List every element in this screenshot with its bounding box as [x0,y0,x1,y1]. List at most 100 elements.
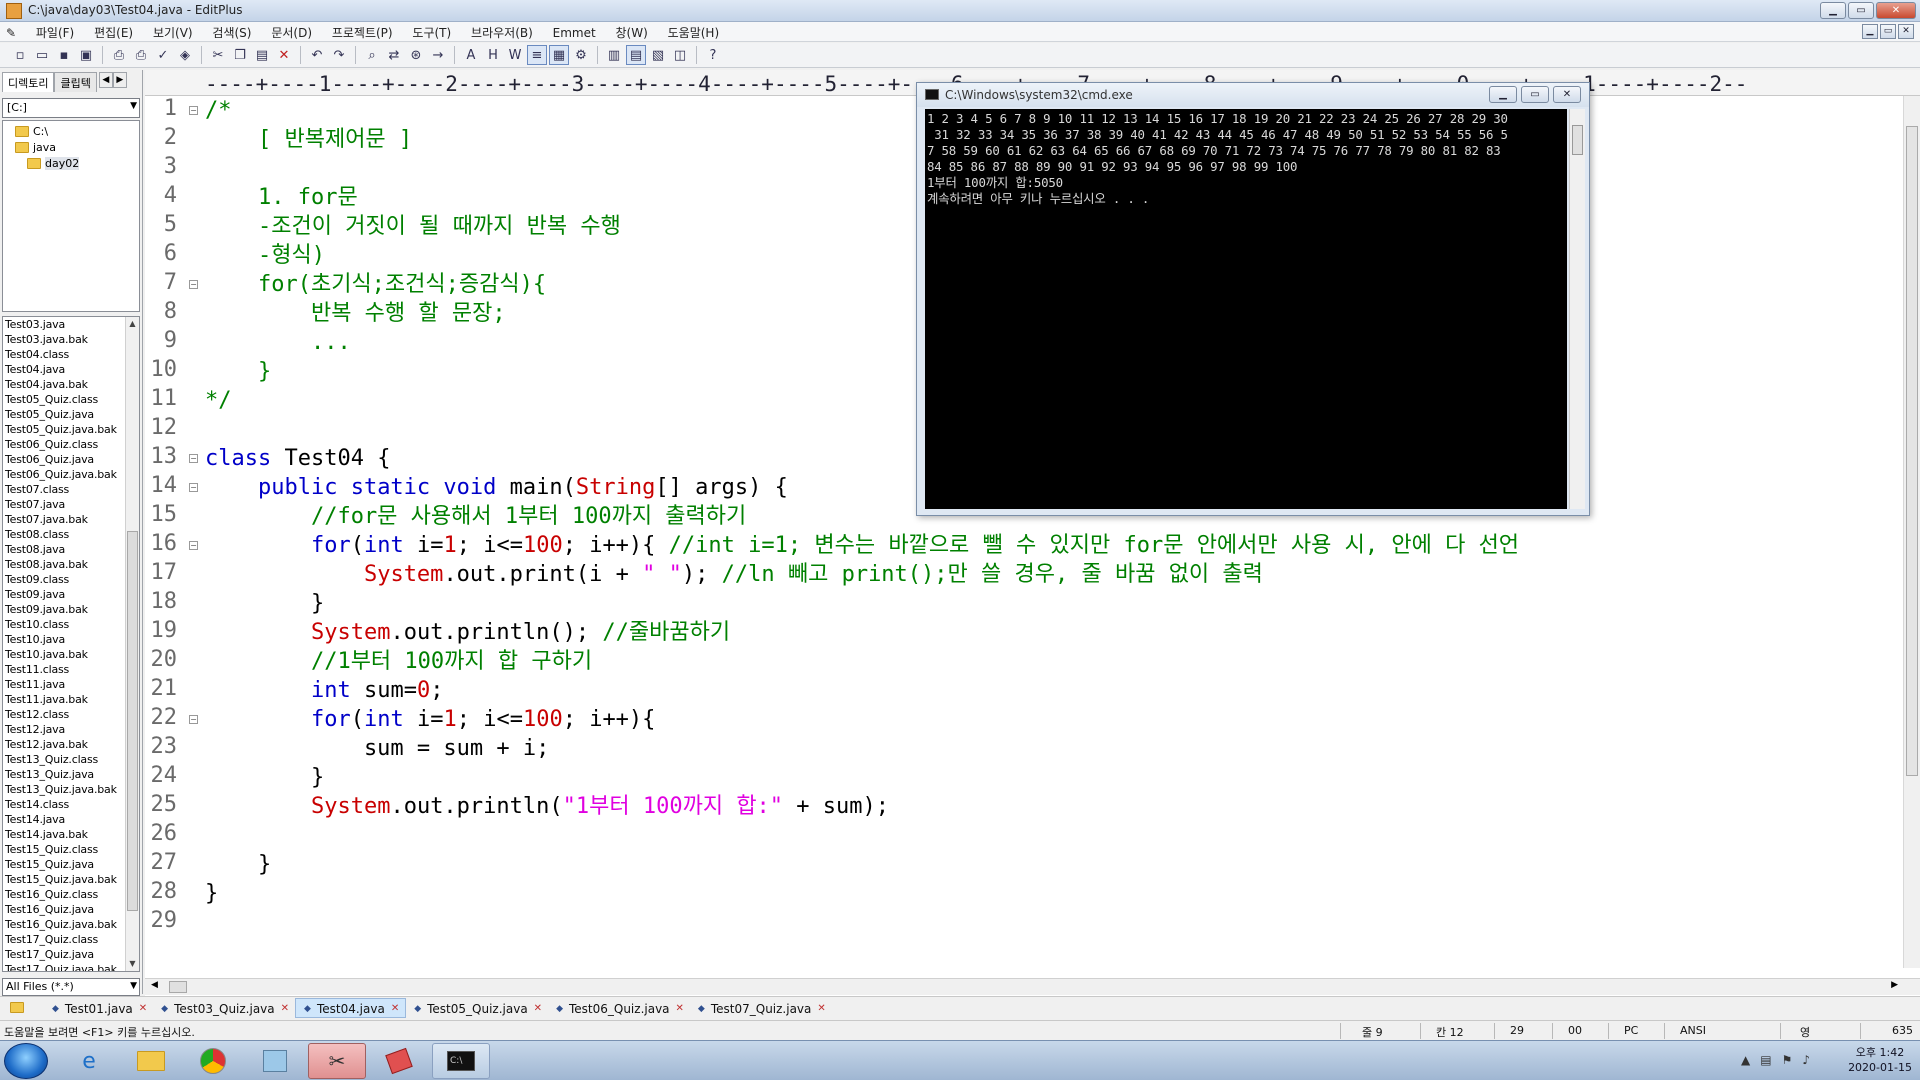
dir-item-java[interactable]: java [15,141,56,154]
doc-tab-test05-quiz[interactable]: ◆ Test05_Quiz.java ✕ [406,998,548,1018]
fold-toggle-icon[interactable]: − [189,541,198,550]
file-list-item[interactable]: Test04.class [3,347,139,362]
ruler-icon[interactable]: ▦ [549,45,569,65]
file-list-item[interactable]: Test13_Quiz.class [3,752,139,767]
file-list-item[interactable]: Test14.java.bak [3,827,139,842]
tray-expand-icon[interactable]: ▲ [1741,1053,1750,1067]
word-wrap-icon[interactable]: W [505,45,525,65]
file-list-item[interactable]: Test09.class [3,572,139,587]
tab-directory[interactable]: 디렉토리 [2,72,55,92]
file-list-item[interactable]: Test13_Quiz.java [3,767,139,782]
close-icon[interactable]: ✕ [139,1003,147,1014]
doc-tab-test01[interactable]: ◆ Test01.java ✕ [44,998,153,1018]
file-list-item[interactable]: Test05_Quiz.java.bak [3,422,139,437]
notepad-icon[interactable] [246,1043,304,1079]
help-icon[interactable]: ? [703,45,723,65]
hex-icon[interactable]: H [483,45,503,65]
paste-icon[interactable]: ▤ [252,45,272,65]
file-list-item[interactable]: Test11.java.bak [3,692,139,707]
goto-icon[interactable]: → [428,45,448,65]
file-list-item[interactable]: Test07.java [3,497,139,512]
file-list-item[interactable]: Test17_Quiz.java [3,947,139,962]
file-list-item[interactable]: Test14.class [3,797,139,812]
menu-browser[interactable]: 브라우저(B) [463,22,541,41]
chrome-icon[interactable] [184,1043,242,1079]
file-list-item[interactable]: Test06_Quiz.java [3,452,139,467]
maximize-button[interactable]: ▭ [1848,2,1874,19]
file-list-item[interactable]: Test06_Quiz.java.bak [3,467,139,482]
file-list-item[interactable]: Test11.class [3,662,139,677]
file-list-item[interactable]: Test09.java [3,587,139,602]
close-icon[interactable]: ✕ [676,1003,684,1014]
dir-item-root[interactable]: C:\ [15,125,48,138]
file-list-item[interactable]: Test12.class [3,707,139,722]
cut-icon[interactable]: ✂ [208,45,228,65]
file-list-item[interactable]: Test08.java [3,542,139,557]
doc-restore-button[interactable]: ▭ [1880,24,1896,39]
redo-icon[interactable]: ↷ [329,45,349,65]
print-icon[interactable]: ⎙ [131,45,151,65]
fold-toggle-icon[interactable]: − [189,483,198,492]
cmd-taskbar-icon[interactable]: C:\ [432,1043,490,1079]
menu-emmet[interactable]: Emmet [545,24,604,43]
file-list-item[interactable]: Test12.java.bak [3,737,139,752]
close-icon[interactable]: ✕ [281,1003,289,1014]
network-icon[interactable]: ▤ [1760,1053,1771,1067]
scroll-down-icon[interactable]: ▼ [126,957,139,971]
new-file-icon[interactable]: ▫ [10,45,30,65]
save-all-icon[interactable]: ▣ [76,45,96,65]
file-list-item[interactable]: Test04.java [3,362,139,377]
file-list-item[interactable]: Test13_Quiz.java.bak [3,782,139,797]
fold-toggle-icon[interactable]: − [189,715,198,724]
file-list-item[interactable]: Test11.java [3,677,139,692]
file-list-item[interactable]: Test16_Quiz.class [3,887,139,902]
file-list-item[interactable]: Test15_Quiz.java [3,857,139,872]
close-icon[interactable]: ✕ [391,1003,399,1014]
doc-tab-test04[interactable]: ◆ Test04.java ✕ [295,997,407,1018]
doc-tab-test07-quiz[interactable]: ◆ Test07_Quiz.java ✕ [690,998,832,1018]
menu-view[interactable]: 보기(V) [145,22,201,41]
close-icon[interactable]: ✕ [817,1003,825,1014]
undo-icon[interactable]: ↶ [307,45,327,65]
cmd-title-bar[interactable]: C:\Windows\system32\cmd.exe ▁ ▭ ✕ [917,83,1589,107]
flag-icon[interactable]: ⚑ [1782,1053,1793,1067]
editor-horizontal-scrollbar[interactable]: ◀ ▶ [145,978,1920,995]
start-button[interactable] [4,1043,48,1079]
file-list-item[interactable]: Test08.java.bak [3,557,139,572]
cmd-window[interactable]: C:\Windows\system32\cmd.exe ▁ ▭ ✕ 1 2 3 … [916,82,1590,516]
file-filter-select[interactable]: All Files (*.*) ▼ [2,978,140,996]
scroll-left-icon[interactable]: ◀ [151,980,158,990]
file-list-item[interactable]: Test04.java.bak [3,377,139,392]
replace-icon[interactable]: ⇄ [384,45,404,65]
doc-tab-test03-quiz[interactable]: ◆ Test03_Quiz.java ✕ [153,998,295,1018]
file-list-item[interactable]: Test03.java.bak [3,332,139,347]
dir-item-day02[interactable]: day02 [27,157,80,170]
copy-icon[interactable]: ❐ [230,45,250,65]
menu-window[interactable]: 창(W) [608,22,656,41]
file-list-item[interactable]: Test10.class [3,617,139,632]
tab-left-arrow-icon[interactable]: ◀ [98,72,113,88]
line-number-icon[interactable]: ≡ [527,45,547,65]
file-list-item[interactable]: Test07.class [3,482,139,497]
file-list-item[interactable]: Test05_Quiz.class [3,392,139,407]
scroll-thumb[interactable] [1572,125,1583,155]
file-explorer-icon[interactable] [122,1043,180,1079]
file-list-item[interactable]: Test14.java [3,812,139,827]
tab-cliptext[interactable]: 클립텍 [54,72,97,92]
cmd-maximize-button[interactable]: ▭ [1521,86,1549,103]
drive-select[interactable]: [C:] ▼ [2,98,140,118]
close-button[interactable]: ✕ [1876,2,1916,19]
app-taskbar-icon[interactable] [370,1043,428,1079]
file-list-item[interactable]: Test08.class [3,527,139,542]
scroll-right-icon[interactable]: ▶ [1891,980,1898,990]
cmd-console-output[interactable]: 1 2 3 4 5 6 7 8 9 10 11 12 13 14 15 16 1… [925,109,1567,509]
file-list-item[interactable]: Test07.java.bak [3,512,139,527]
file-list-item[interactable]: Test09.java.bak [3,602,139,617]
file-list-item[interactable]: Test06_Quiz.class [3,437,139,452]
print-preview-icon[interactable]: ⎙ [109,45,129,65]
fold-toggle-icon[interactable]: − [189,454,198,463]
file-list-item[interactable]: Test15_Quiz.class [3,842,139,857]
delete-icon[interactable]: ✕ [274,45,294,65]
internet-explorer-icon[interactable]: e [60,1043,118,1079]
menu-file[interactable]: 파일(F) [28,22,82,41]
